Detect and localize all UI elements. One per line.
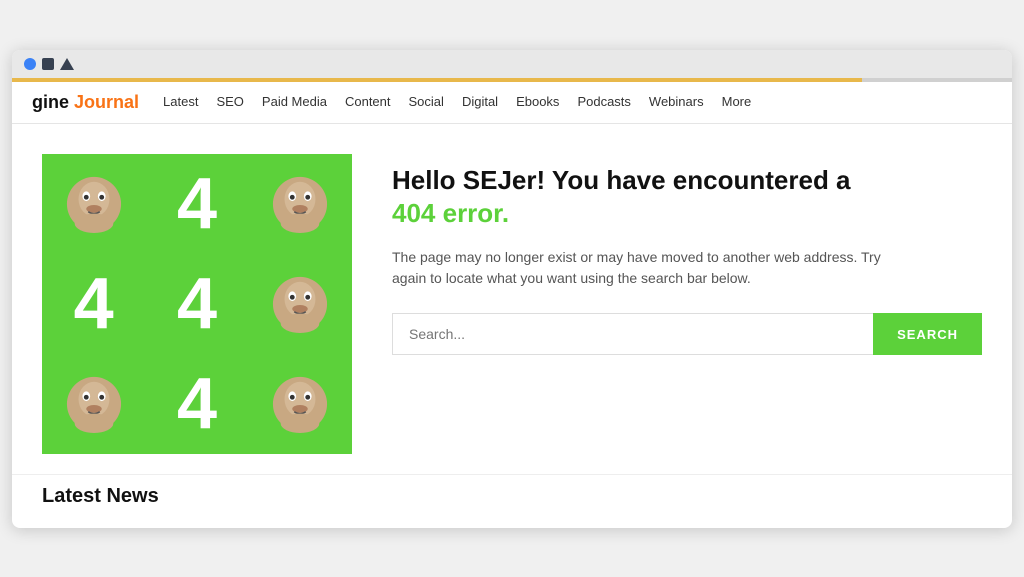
error-heading-part1: Hello SEJer! You have encountered a [392,165,851,195]
nav-link-paid-media[interactable]: Paid Media [262,94,327,109]
nav-item-webinars[interactable]: Webinars [649,93,704,111]
loading-bar [12,78,862,82]
grid-cell-face-1 [42,154,145,254]
grid-cell-num-4: 4 [145,354,248,454]
nav-item-digital[interactable]: Digital [462,93,498,111]
number-4-2: 4 [74,268,114,340]
logo-brand: Journal [74,92,139,112]
error-description: The page may no longer exist or may have… [392,247,892,289]
number-4-1: 4 [177,168,217,240]
nav-item-paid-media[interactable]: Paid Media [262,93,327,111]
nav-item-ebooks[interactable]: Ebooks [516,93,559,111]
search-button[interactable]: SEARCH [873,313,982,355]
latest-news-section: Latest News [12,474,1012,528]
nav-links: Latest SEO Paid Media Content Social Dig… [163,93,751,111]
grid-cell-face-4 [42,354,145,454]
nav-link-more[interactable]: More [722,94,752,109]
nav-link-content[interactable]: Content [345,94,391,109]
grid-cell-face-2 [249,154,352,254]
nav-link-social[interactable]: Social [409,94,444,109]
browser-dots [24,58,1000,78]
error-content: Hello SEJer! You have encountered a 404 … [392,154,982,356]
search-input[interactable] [392,313,873,355]
nav-link-webinars[interactable]: Webinars [649,94,704,109]
dot-square [42,58,54,70]
main-content: 4 4 4 [12,124,1012,474]
grid-cell-num-2: 4 [42,254,145,354]
grid-cell-num-1: 4 [145,154,248,254]
site-logo: gine Journal [32,92,139,113]
nav-link-podcasts[interactable]: Podcasts [577,94,630,109]
nav-link-seo[interactable]: SEO [216,94,243,109]
grid-cell-face-5 [249,354,352,454]
grid-cell-num-3: 4 [145,254,248,354]
nav-item-latest[interactable]: Latest [163,93,198,111]
error-image: 4 4 4 [42,154,352,454]
nav-item-more[interactable]: More [722,93,752,111]
search-row: SEARCH [392,313,982,355]
error-code: 404 error. [392,198,509,228]
site-nav: gine Journal Latest SEO Paid Media Conte… [12,82,1012,124]
error-heading: Hello SEJer! You have encountered a 404 … [392,164,982,232]
browser-window: gine Journal Latest SEO Paid Media Conte… [12,50,1012,528]
face-icon-5 [271,375,329,433]
number-4-3: 4 [177,268,217,340]
latest-news-heading: Latest News [42,485,982,508]
nav-item-seo[interactable]: SEO [216,93,243,111]
logo-prefix: gine [32,92,74,112]
nav-item-social[interactable]: Social [409,93,444,111]
face-icon-4 [65,375,123,433]
nav-link-digital[interactable]: Digital [462,94,498,109]
nav-item-podcasts[interactable]: Podcasts [577,93,630,111]
dot-triangle [60,58,74,70]
dot-blue [24,58,36,70]
face-icon-1 [65,175,123,233]
nav-link-ebooks[interactable]: Ebooks [516,94,559,109]
face-icon-3 [271,275,329,333]
nav-item-content[interactable]: Content [345,93,391,111]
nav-link-latest[interactable]: Latest [163,94,198,109]
grid-cell-face-3 [249,254,352,354]
face-icon-2 [271,175,329,233]
number-4-4: 4 [177,368,217,440]
browser-chrome [12,50,1012,82]
